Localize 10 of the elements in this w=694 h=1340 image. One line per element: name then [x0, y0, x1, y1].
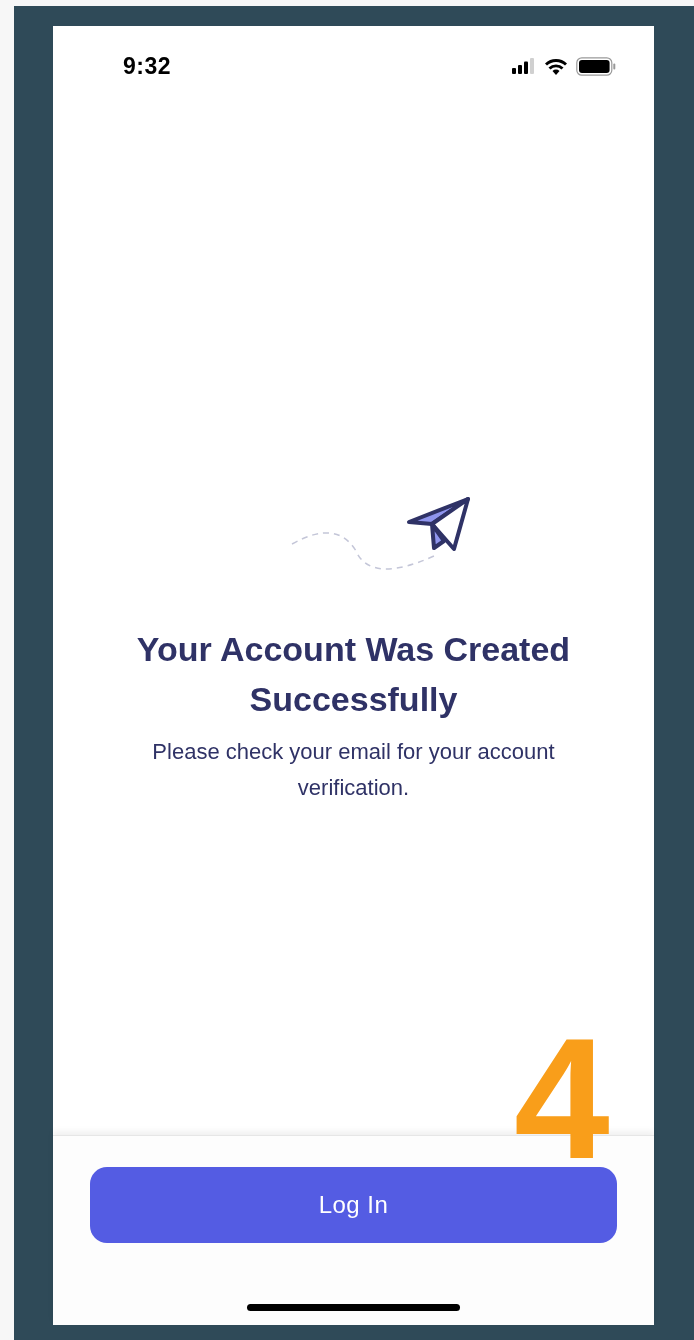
battery-icon: [576, 56, 616, 76]
status-time: 9:32: [123, 52, 172, 80]
success-title: Your Account Was Created Successfully: [135, 629, 572, 720]
paper-plane-icon: [406, 497, 470, 551]
signal-icon: [512, 58, 536, 74]
verification-message: Please check your email for your account verification.: [151, 738, 556, 802]
home-indicator[interactable]: [247, 1304, 460, 1311]
login-button[interactable]: Log In: [90, 1167, 617, 1243]
wifi-icon: [544, 57, 568, 75]
step-number: 4: [514, 1033, 610, 1163]
